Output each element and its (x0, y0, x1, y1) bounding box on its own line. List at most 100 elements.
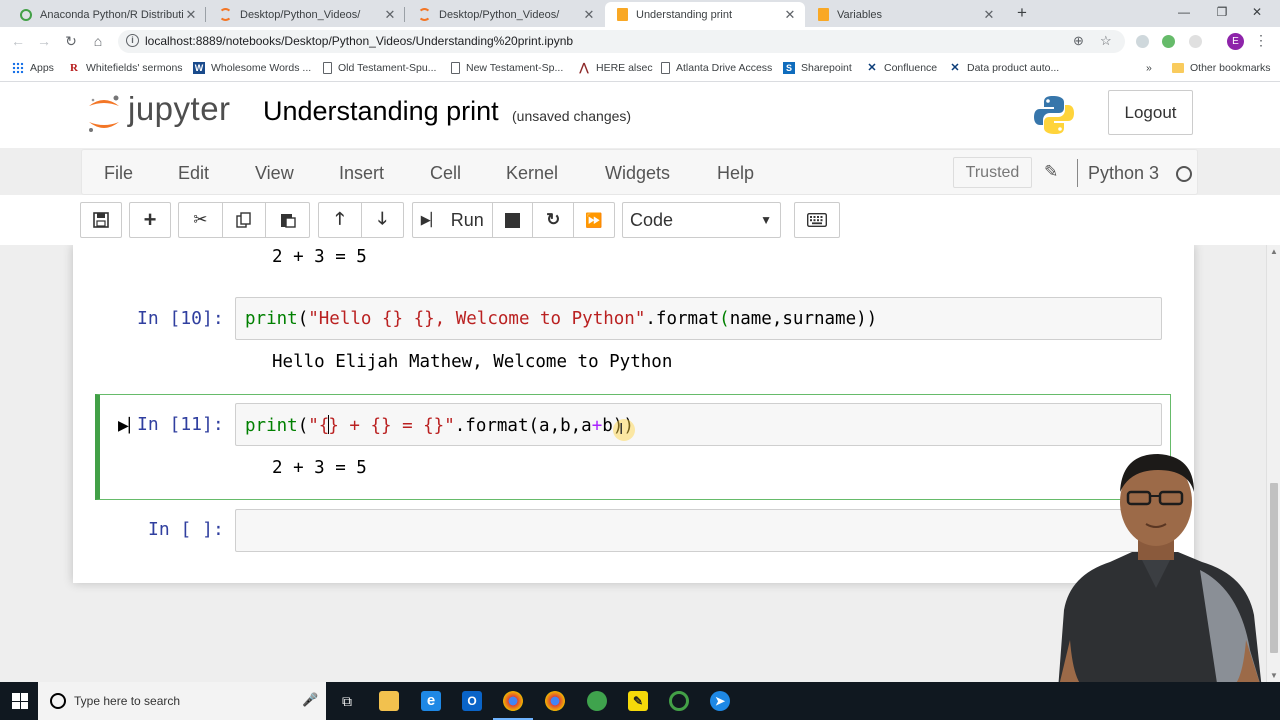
restart-run-all-button[interactable]: ⏩ (574, 203, 614, 237)
taskbar-search[interactable]: Type here to search 🎤 (38, 682, 326, 720)
scroll-up-icon[interactable]: ▲ (1270, 247, 1278, 256)
menu-widgets[interactable]: Widgets (605, 163, 670, 184)
windows-start-icon[interactable] (12, 693, 28, 709)
chrome-icon[interactable] (545, 691, 565, 711)
menu-insert[interactable]: Insert (339, 163, 384, 184)
code-token: print (245, 309, 298, 329)
bookmark-item[interactable]: W Wholesome Words ... (193, 62, 311, 74)
menu-edit[interactable]: Edit (178, 163, 209, 184)
cut-button[interactable]: ✂ (179, 203, 223, 237)
extension-icon[interactable] (1136, 35, 1149, 48)
menu-view[interactable]: View (255, 163, 294, 184)
bookmark-item[interactable]: Old Testament-Spu... (323, 62, 436, 74)
cell-type-select[interactable]: Code ▼ (622, 202, 781, 238)
input-prompt: In [10]: (137, 308, 224, 329)
forward-icon[interactable]: → (34, 31, 54, 51)
more-bookmarks-chevron[interactable]: » (1146, 62, 1152, 74)
code-token: .format(a,b,a (454, 416, 592, 436)
browser-tab[interactable]: Desktop/Python_Videos/ ✕ (207, 2, 405, 27)
paste-button[interactable] (266, 203, 309, 237)
browser-tab[interactable]: Variables ✕ (806, 2, 1004, 27)
bookmark-item[interactable]: Apps (12, 62, 54, 74)
microphone-icon[interactable]: 🎤 (302, 692, 318, 708)
other-bookmarks[interactable]: Other bookmarks (1172, 62, 1271, 74)
profile-avatar[interactable]: E (1227, 33, 1244, 50)
scrollbar-thumb[interactable] (1270, 483, 1278, 653)
move-up-button[interactable]: 🡑 (319, 203, 362, 237)
bookmark-item[interactable]: S Sharepoint (783, 62, 852, 74)
trusted-indicator[interactable]: Trusted (953, 157, 1032, 188)
menu-kernel[interactable]: Kernel (506, 163, 558, 184)
copy-button[interactable] (223, 203, 267, 237)
code-input[interactable]: print("Hello {} {}, Welcome to Python".f… (235, 297, 1162, 340)
command-palette-button[interactable] (794, 202, 840, 238)
move-down-button[interactable]: 🡓 (362, 203, 404, 237)
jupyter-logo-icon[interactable] (86, 92, 122, 136)
cell-type-value: Code (630, 210, 674, 230)
outlook-icon[interactable]: O (462, 691, 482, 711)
home-icon[interactable]: ⌂ (88, 31, 108, 51)
page-scrollbar[interactable]: ▲ ▼ (1266, 245, 1280, 685)
restart-button[interactable]: ↻ (533, 203, 575, 237)
notebook-title[interactable]: Understanding print (263, 96, 499, 127)
bookmark-item[interactable]: Atlanta Drive Access (661, 62, 772, 74)
address-bar[interactable]: i localhost:8889/notebooks/Desktop/Pytho… (118, 30, 1125, 53)
run-button[interactable]: ▶▏ Run (413, 203, 493, 237)
close-tab-icon[interactable]: ✕ (184, 7, 198, 23)
menu-cell[interactable]: Cell (430, 163, 461, 184)
close-tab-icon[interactable]: ✕ (982, 7, 996, 23)
browser-tab[interactable]: Anaconda Python/R Distribution ✕ (8, 2, 206, 27)
run-label: Run (450, 209, 484, 230)
minimize-icon[interactable]: — (1167, 0, 1201, 24)
close-tab-icon[interactable]: ✕ (582, 7, 596, 23)
folder-icon (1172, 63, 1184, 73)
back-icon[interactable]: ← (8, 31, 28, 51)
code-token: )) (856, 309, 878, 329)
menu-file[interactable]: File (104, 163, 133, 184)
chrome-icon[interactable] (493, 691, 533, 720)
menu-help[interactable]: Help (717, 163, 754, 184)
logout-button[interactable]: Logout (1108, 90, 1193, 135)
bookmark-item[interactable]: ⋀ HERE alsec (578, 62, 652, 74)
bookmark-item[interactable]: ✕ Data product auto... (949, 62, 1059, 74)
sticky-notes-icon[interactable]: ✎ (628, 691, 648, 711)
interrupt-button[interactable] (493, 203, 534, 237)
site-info-icon[interactable]: i (126, 34, 139, 47)
url-text[interactable]: localhost:8889/notebooks/Desktop/Python_… (145, 34, 573, 48)
new-tab-icon[interactable]: + (1012, 3, 1032, 23)
edit-pencil-icon[interactable]: ✎ (1044, 162, 1058, 182)
task-view-icon[interactable]: ⧉ (337, 691, 357, 711)
extension-icon[interactable] (1162, 35, 1175, 48)
code-input-active[interactable]: print("{} + {} = {}".format(a,b,a+b)) (235, 403, 1162, 446)
bookmark-item[interactable]: ✕ Confluence (866, 62, 937, 74)
paste-icon (280, 214, 296, 228)
browser-menu-icon[interactable]: ⋮ (1254, 32, 1268, 49)
scroll-down-icon[interactable]: ▼ (1270, 671, 1278, 680)
zoom-icon[interactable]: ⊕ (1073, 33, 1084, 49)
anaconda-icon[interactable] (669, 691, 689, 711)
close-window-icon[interactable]: ✕ (1240, 0, 1274, 24)
bookmark-label: Confluence (884, 62, 938, 74)
restore-icon[interactable]: ❐ (1205, 0, 1239, 24)
close-tab-icon[interactable]: ✕ (383, 7, 397, 23)
jupyter-menubar: File Edit View Insert Cell Kernel Widget… (81, 149, 1198, 195)
reload-icon[interactable]: ↻ (61, 31, 81, 51)
bookmark-item[interactable]: R Whitefields' sermons (68, 62, 183, 74)
edge-icon[interactable]: e (421, 691, 441, 711)
close-tab-icon[interactable]: ✕ (783, 7, 797, 23)
file-explorer-icon[interactable] (379, 691, 399, 711)
browser-tab[interactable]: Desktop/Python_Videos/ ✕ (406, 2, 604, 27)
code-token: "Hello {} {}, Welcome to Python" (308, 309, 646, 329)
insert-cell-button[interactable]: + (129, 202, 171, 238)
code-input-empty[interactable] (235, 509, 1162, 552)
code-text[interactable]: print("{} + {} = {}".format(a,b,a+b)) (245, 415, 634, 436)
telegram-icon[interactable]: ➤ (710, 691, 730, 711)
cell-output: 2 + 3 = 5 (272, 458, 367, 478)
browser-tab-active[interactable]: Understanding print ✕ (605, 2, 805, 27)
save-button[interactable] (80, 202, 122, 238)
code-text[interactable]: print("Hello {} {}, Welcome to Python".f… (245, 309, 877, 329)
anaconda-navigator-icon[interactable] (587, 691, 607, 711)
extension-icon[interactable] (1189, 35, 1202, 48)
bookmark-item[interactable]: New Testament-Sp... (451, 62, 563, 74)
bookmark-star-icon[interactable]: ☆ (1100, 33, 1112, 49)
